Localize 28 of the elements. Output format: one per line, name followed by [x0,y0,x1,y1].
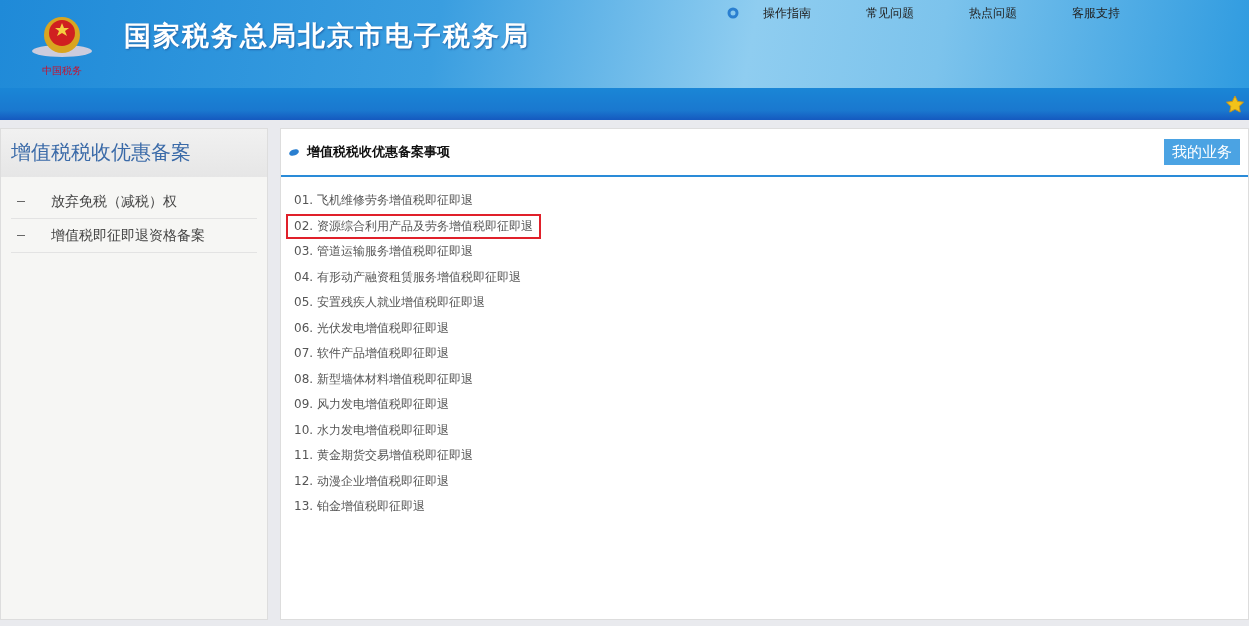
filing-item-link[interactable]: 08. 新型墙体材料增值税即征即退 [288,368,479,390]
filing-item-link[interactable]: 06. 光伏发电增值税即征即退 [288,317,455,339]
logo-caption: 中国税务 [42,63,82,78]
dash-icon [17,235,25,236]
filing-item-link[interactable]: 01. 飞机维修劳务增值税即征即退 [288,190,479,212]
site-title: 国家税务总局北京市电子税务局 [124,18,530,53]
filing-item-link[interactable]: 07. 软件产品增值税即征即退 [288,343,455,365]
filing-item-link[interactable]: 05. 安置残疾人就业增值税即征即退 [288,292,491,314]
filing-item-link[interactable]: 13. 铂金增值税即征即退 [288,496,431,518]
dash-icon [17,201,25,202]
filing-item-link[interactable]: 02. 资源综合利用产品及劳务增值税即征即退 [288,215,539,237]
top-nav-link[interactable]: 热点问题 [969,6,1017,20]
sidebar-link[interactable]: 增值税即征即退资格备案 [51,225,205,246]
filing-item-link[interactable]: 12. 动漫企业增值税即征即退 [288,470,455,492]
filing-item-link[interactable]: 10. 水力发电增值税即征即退 [288,419,455,441]
section-title: 增值税税收优惠备案事项 [307,143,450,162]
leaf-icon [289,148,299,156]
filing-item-link[interactable]: 11. 黄金期货交易增值税即征即退 [288,445,479,467]
star-icon[interactable] [1225,95,1245,113]
filing-item-link[interactable]: 09. 风力发电增值税即征即退 [288,394,455,416]
ring-icon [727,7,739,19]
top-nav-link[interactable]: 操作指南 [763,6,811,20]
filing-item-link[interactable]: 03. 管道运输服务增值税即征即退 [288,241,479,263]
sidebar-link[interactable]: 放弃免税（减税）权 [51,191,177,212]
sidebar-title: 增值税税收优惠备案 [1,129,267,177]
top-nav-link[interactable]: 客服支持 [1072,6,1120,20]
top-nav-link[interactable]: 常见问题 [866,6,914,20]
filing-item-link[interactable]: 04. 有形动产融资租赁服务增值税即征即退 [288,266,527,288]
